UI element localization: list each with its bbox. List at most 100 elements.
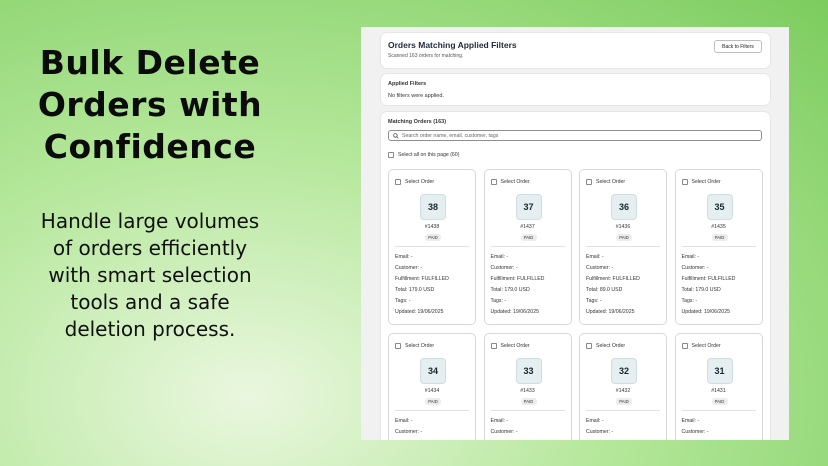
page-title: Orders Matching Applied Filters (388, 40, 517, 50)
order-customer: Customer: - (490, 429, 518, 435)
order-card[interactable]: Select Order 34 #1434 PAID Email: - Customer:… (388, 333, 476, 440)
order-card[interactable]: Select Order 33 #1433 PAID Email: - Customer:… (483, 333, 572, 440)
order-number: #1436 (615, 224, 631, 230)
order-number: #1431 (711, 388, 726, 394)
order-customer: Customer: - (586, 265, 614, 271)
order-checkbox[interactable] (395, 343, 401, 349)
order-customer: Customer: - (395, 429, 423, 435)
order-checkbox[interactable] (395, 179, 401, 185)
order-email: Email: - (681, 254, 700, 260)
order-select-row[interactable]: Select Order (681, 179, 721, 185)
order-email: Email: - (490, 418, 509, 424)
order-select-row[interactable]: Select Order (586, 343, 625, 349)
order-divider (395, 410, 469, 411)
order-total: Total: 89.0 USD (586, 287, 623, 293)
order-number: #1434 (424, 388, 440, 394)
order-checkbox[interactable] (490, 343, 497, 349)
subtext-line: of orders efficiently (52, 236, 248, 260)
order-email: Email: - (681, 418, 700, 424)
order-fulfillment: Fulfillment: FULFILLED (395, 276, 449, 282)
app-window: Orders Matching Applied Filters Scanned … (361, 27, 789, 440)
order-divider (586, 410, 660, 411)
subtext-line: with smart selection (48, 263, 252, 287)
order-email: Email: - (490, 254, 509, 260)
order-tags: Tags: - (490, 298, 507, 304)
order-select-row[interactable]: Select Order (490, 179, 530, 185)
promo-panel: Bulk Delete Orders with Confidence Handl… (20, 42, 280, 343)
applied-filters-card: Applied Filters No filters were applied. (381, 74, 770, 105)
order-checkbox[interactable] (681, 343, 688, 349)
order-total: Total: 179.0 USD (490, 287, 530, 293)
order-select-row[interactable]: Select Order (586, 179, 625, 185)
order-number: #1435 (711, 224, 726, 230)
order-number: #1438 (424, 224, 440, 230)
order-updated: Updated: 19/06/2025 (681, 309, 730, 315)
headline-line: Orders with (37, 85, 263, 124)
order-updated: Updated: 19/06/2025 (490, 309, 539, 315)
order-email: Email: - (395, 254, 413, 260)
header-card: Orders Matching Applied Filters Scanned … (381, 33, 770, 68)
order-customer: Customer: - (490, 265, 518, 271)
order-checkbox[interactable] (490, 179, 497, 185)
promo-headline: Bulk Delete Orders with Confidence (20, 42, 280, 168)
order-select-row[interactable]: Select Order (395, 179, 434, 185)
order-divider (681, 246, 756, 247)
order-card[interactable]: Select Order 38 #1438 PAID Email: - Customer:… (388, 169, 476, 325)
order-fulfillment: Fulfillment: FULFILLED (681, 276, 736, 282)
order-total: Total: 179.0 USD (395, 287, 435, 293)
select-all-checkbox[interactable] (388, 152, 394, 158)
order-updated: Updated: 19/06/2025 (395, 309, 444, 315)
order-select-label: Select Order (691, 343, 721, 349)
order-select-label: Select Order (500, 343, 530, 349)
promo-subtext: Handle large volumes of orders efficient… (20, 208, 280, 343)
order-number: #1437 (520, 224, 535, 230)
order-select-label: Select Order (596, 343, 626, 349)
order-quantity-badge: 34 (420, 358, 446, 384)
order-number: #1432 (615, 388, 631, 394)
order-email: Email: - (586, 254, 604, 260)
page-subtitle: Scanned 163 orders for matching. (388, 53, 464, 59)
order-customer: Customer: - (586, 429, 614, 435)
order-checkbox[interactable] (586, 179, 592, 185)
subtext-line: Handle large volumes (40, 209, 260, 233)
payment-status-badge: PAID (425, 398, 441, 405)
order-select-label: Select Order (405, 343, 435, 349)
order-select-label: Select Order (596, 179, 626, 185)
payment-status-badge: PAID (520, 234, 537, 241)
order-customer: Customer: - (395, 265, 423, 271)
order-quantity-badge: 37 (515, 194, 542, 220)
search-input[interactable]: Search order name, email, customer, tags (388, 130, 762, 141)
order-select-label: Select Order (405, 179, 435, 185)
order-card[interactable]: Select Order 35 #1435 PAID Email: - Customer:… (674, 169, 763, 325)
order-divider (490, 410, 565, 411)
payment-status-badge: PAID (616, 234, 632, 241)
order-select-row[interactable]: Select Order (681, 343, 721, 349)
back-to-filters-button[interactable]: Back to Filters (714, 40, 762, 53)
order-fulfillment: Fulfillment: FULFILLED (586, 276, 640, 282)
order-quantity-badge: 35 (706, 194, 733, 220)
order-card[interactable]: Select Order 31 #1431 PAID Email: - Customer:… (674, 333, 763, 440)
order-select-row[interactable]: Select Order (490, 343, 530, 349)
order-select-row[interactable]: Select Order (395, 343, 434, 349)
matching-orders-card: Matching Orders (163) Search order name,… (381, 112, 770, 440)
order-divider (586, 246, 660, 247)
order-tags: Tags: - (586, 298, 602, 304)
order-select-label: Select Order (500, 179, 530, 185)
order-card[interactable]: Select Order 36 #1436 PAID Email: - Customer:… (579, 169, 667, 325)
headline-line: Confidence (43, 127, 257, 166)
order-checkbox[interactable] (681, 179, 688, 185)
order-number: #1433 (520, 388, 535, 394)
order-email: Email: - (395, 418, 413, 424)
applied-filters-text: No filters were applied. (388, 93, 444, 99)
search-placeholder: Search order name, email, customer, tags (402, 132, 499, 139)
order-card[interactable]: Select Order 37 #1437 PAID Email: - Customer:… (483, 169, 572, 325)
order-checkbox[interactable] (586, 343, 592, 349)
select-all-row[interactable]: Select all on this page (60) (388, 152, 459, 158)
select-all-label: Select all on this page (60) (398, 152, 460, 158)
order-tags: Tags: - (395, 298, 411, 304)
order-card[interactable]: Select Order 32 #1432 PAID Email: - Customer:… (579, 333, 667, 440)
order-total: Total: 179.0 USD (681, 287, 721, 293)
order-quantity-badge: 31 (706, 358, 733, 384)
matching-orders-title: Matching Orders (163) (388, 119, 447, 125)
order-divider (395, 246, 469, 247)
